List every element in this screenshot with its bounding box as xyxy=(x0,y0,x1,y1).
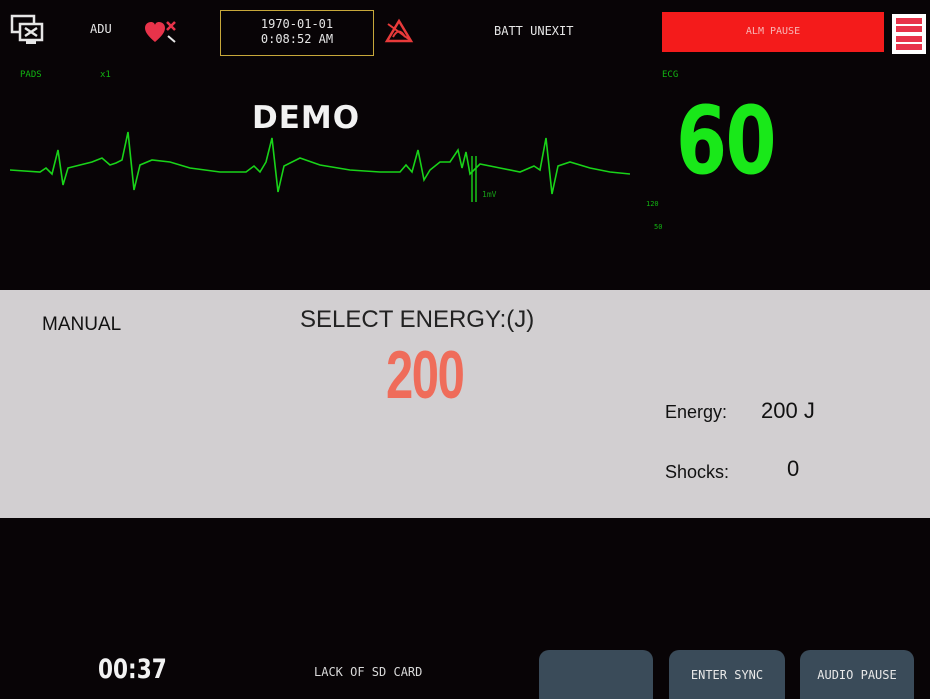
energy-prompt: SELECT ENERGY:(J) xyxy=(300,306,535,333)
energy-panel: MANUAL SELECT ENERGY:(J) 200 Energy: 200… xyxy=(0,290,930,518)
storage-status: LACK OF SD CARD xyxy=(314,665,423,679)
hr-alarm-lower: 50 xyxy=(654,223,663,231)
datetime-display[interactable]: 1970-01-01 0:08:52 AM xyxy=(220,10,374,56)
shocks-label: Shocks: xyxy=(665,462,730,482)
calibration-marker xyxy=(471,156,477,202)
gain-label[interactable]: x1 xyxy=(100,70,111,80)
mode-label: MANUAL xyxy=(42,314,122,335)
elapsed-timer: 00:37 xyxy=(98,654,167,685)
softkey-blank[interactable] xyxy=(539,650,653,699)
heart-rate-value[interactable]: 60 xyxy=(676,92,776,192)
energy-label: Energy: xyxy=(665,402,728,422)
enter-sync-button[interactable]: ENTER SYNC xyxy=(669,650,785,699)
energy-value: 200 J xyxy=(761,398,815,423)
shocks-value: 0 xyxy=(787,456,800,481)
hr-alarm-upper: 120 xyxy=(646,200,659,208)
ecg-scale-label: 1mV xyxy=(482,190,497,199)
menu-bar-icon[interactable] xyxy=(890,12,928,56)
date-text: 1970-01-01 xyxy=(260,17,334,31)
alarm-off-icon xyxy=(384,18,414,44)
patient-type: ADU xyxy=(90,22,112,36)
audio-pause-button[interactable]: AUDIO PAUSE xyxy=(800,650,914,699)
alarm-status-banner[interactable]: ALM PAUSE xyxy=(662,12,884,52)
lead-label[interactable]: PADS xyxy=(20,70,42,80)
heart-pacer-icon xyxy=(144,18,178,46)
ecg-waveform xyxy=(10,131,630,202)
selected-energy-value[interactable]: 200 xyxy=(386,336,465,414)
network-icon xyxy=(10,14,44,46)
ecg-trace xyxy=(10,131,630,195)
time-text: 0:08:52 AM xyxy=(260,32,334,46)
battery-status: BATT UNEXIT xyxy=(494,24,574,38)
ecg-parameter-label: ECG xyxy=(662,70,679,80)
